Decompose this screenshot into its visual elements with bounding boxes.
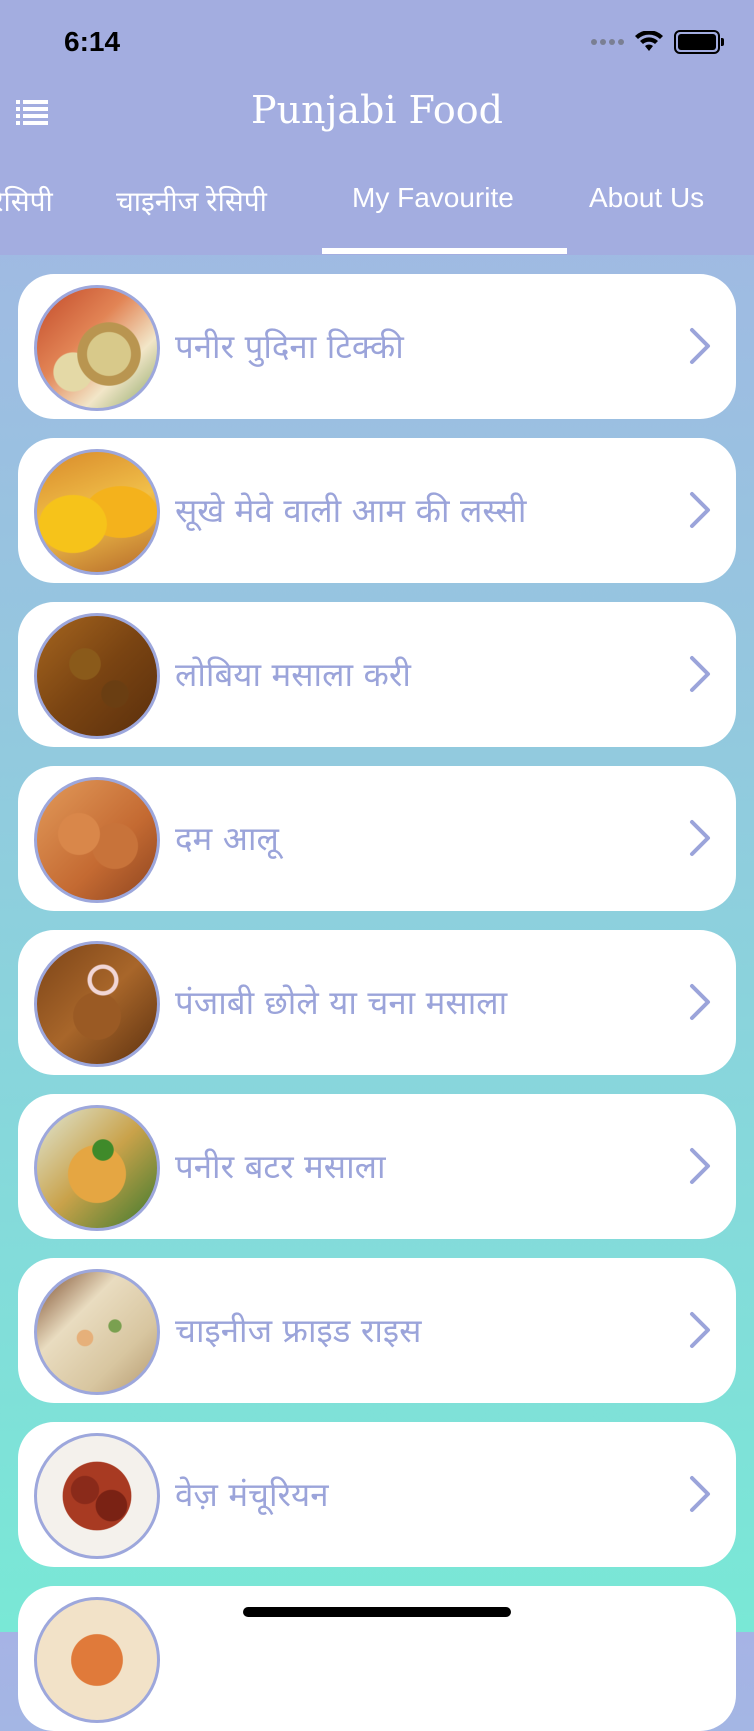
list-item-label: पनीर बटर मसाला — [175, 1147, 386, 1186]
tab-my-favourite[interactable]: My Favourite — [352, 182, 514, 214]
chevron-right-icon — [690, 1476, 710, 1512]
paneer-tikki-thumbnail — [34, 285, 160, 411]
list-item-label: सूखे मेवे वाली आम की लस्सी — [175, 491, 527, 530]
active-tab-indicator — [322, 248, 567, 254]
tab-about-us[interactable]: About Us — [589, 182, 704, 214]
veg-manchurian-thumbnail — [34, 1433, 160, 1559]
tab-chinese-recipes[interactable]: चाइनीज रेसिपी — [116, 182, 267, 220]
fried-rice-thumbnail — [34, 1269, 160, 1395]
list-item[interactable]: सूखे मेवे वाली आम की लस्सी — [18, 438, 736, 583]
list-item[interactable]: लोबिया मसाला करी — [18, 602, 736, 747]
list-item-label: चाइनीज फ्राइड राइस — [175, 1311, 422, 1350]
list-item-label: पंजाबी छोले या चना मसाला — [175, 983, 508, 1022]
tab-recipes[interactable]: रेसिपी — [0, 182, 53, 220]
chevron-right-icon — [690, 1312, 710, 1348]
list-item-label: वेज़ मंचूरियन — [175, 1475, 329, 1514]
status-icons — [591, 30, 724, 54]
chevron-right-icon — [690, 328, 710, 364]
chevron-right-icon — [690, 492, 710, 528]
list-item[interactable]: दम आलू — [18, 766, 736, 911]
chevron-right-icon — [690, 820, 710, 856]
cellular-signal-icon — [591, 39, 624, 45]
list-item-label: दम आलू — [175, 819, 279, 858]
app-header: 6:14 Punjabi Food रेसिपी चाइनीज रेसिपी M… — [0, 0, 754, 255]
battery-icon — [674, 30, 724, 54]
tab-bar: रेसिपी चाइनीज रेसिपी My Favourite About … — [0, 170, 754, 255]
home-indicator — [243, 1607, 511, 1617]
chevron-right-icon — [690, 656, 710, 692]
list-item[interactable]: पनीर बटर मसाला — [18, 1094, 736, 1239]
wifi-icon — [635, 31, 663, 51]
list-item[interactable]: चाइनीज फ्राइड राइस — [18, 1258, 736, 1403]
list-item-label: पनीर पुदिना टिक्की — [175, 327, 404, 366]
chole-thumbnail — [34, 941, 160, 1067]
list-item[interactable]: पंजाबी छोले या चना मसाला — [18, 930, 736, 1075]
status-time: 6:14 — [64, 26, 121, 57]
list-item[interactable]: वेज़ मंचूरियन — [18, 1422, 736, 1567]
chevron-right-icon — [690, 1148, 710, 1184]
app-title: Punjabi Food — [251, 88, 503, 132]
lobia-curry-thumbnail — [34, 613, 160, 739]
list-item-label: लोबिया मसाला करी — [175, 655, 411, 694]
paneer-butter-masala-thumbnail — [34, 1105, 160, 1231]
chevron-right-icon — [690, 984, 710, 1020]
mango-lassi-thumbnail — [34, 449, 160, 575]
food-thumbnail — [34, 1597, 160, 1723]
list-item[interactable]: पनीर पुदिना टिक्की — [18, 274, 736, 419]
dum-aloo-thumbnail — [34, 777, 160, 903]
